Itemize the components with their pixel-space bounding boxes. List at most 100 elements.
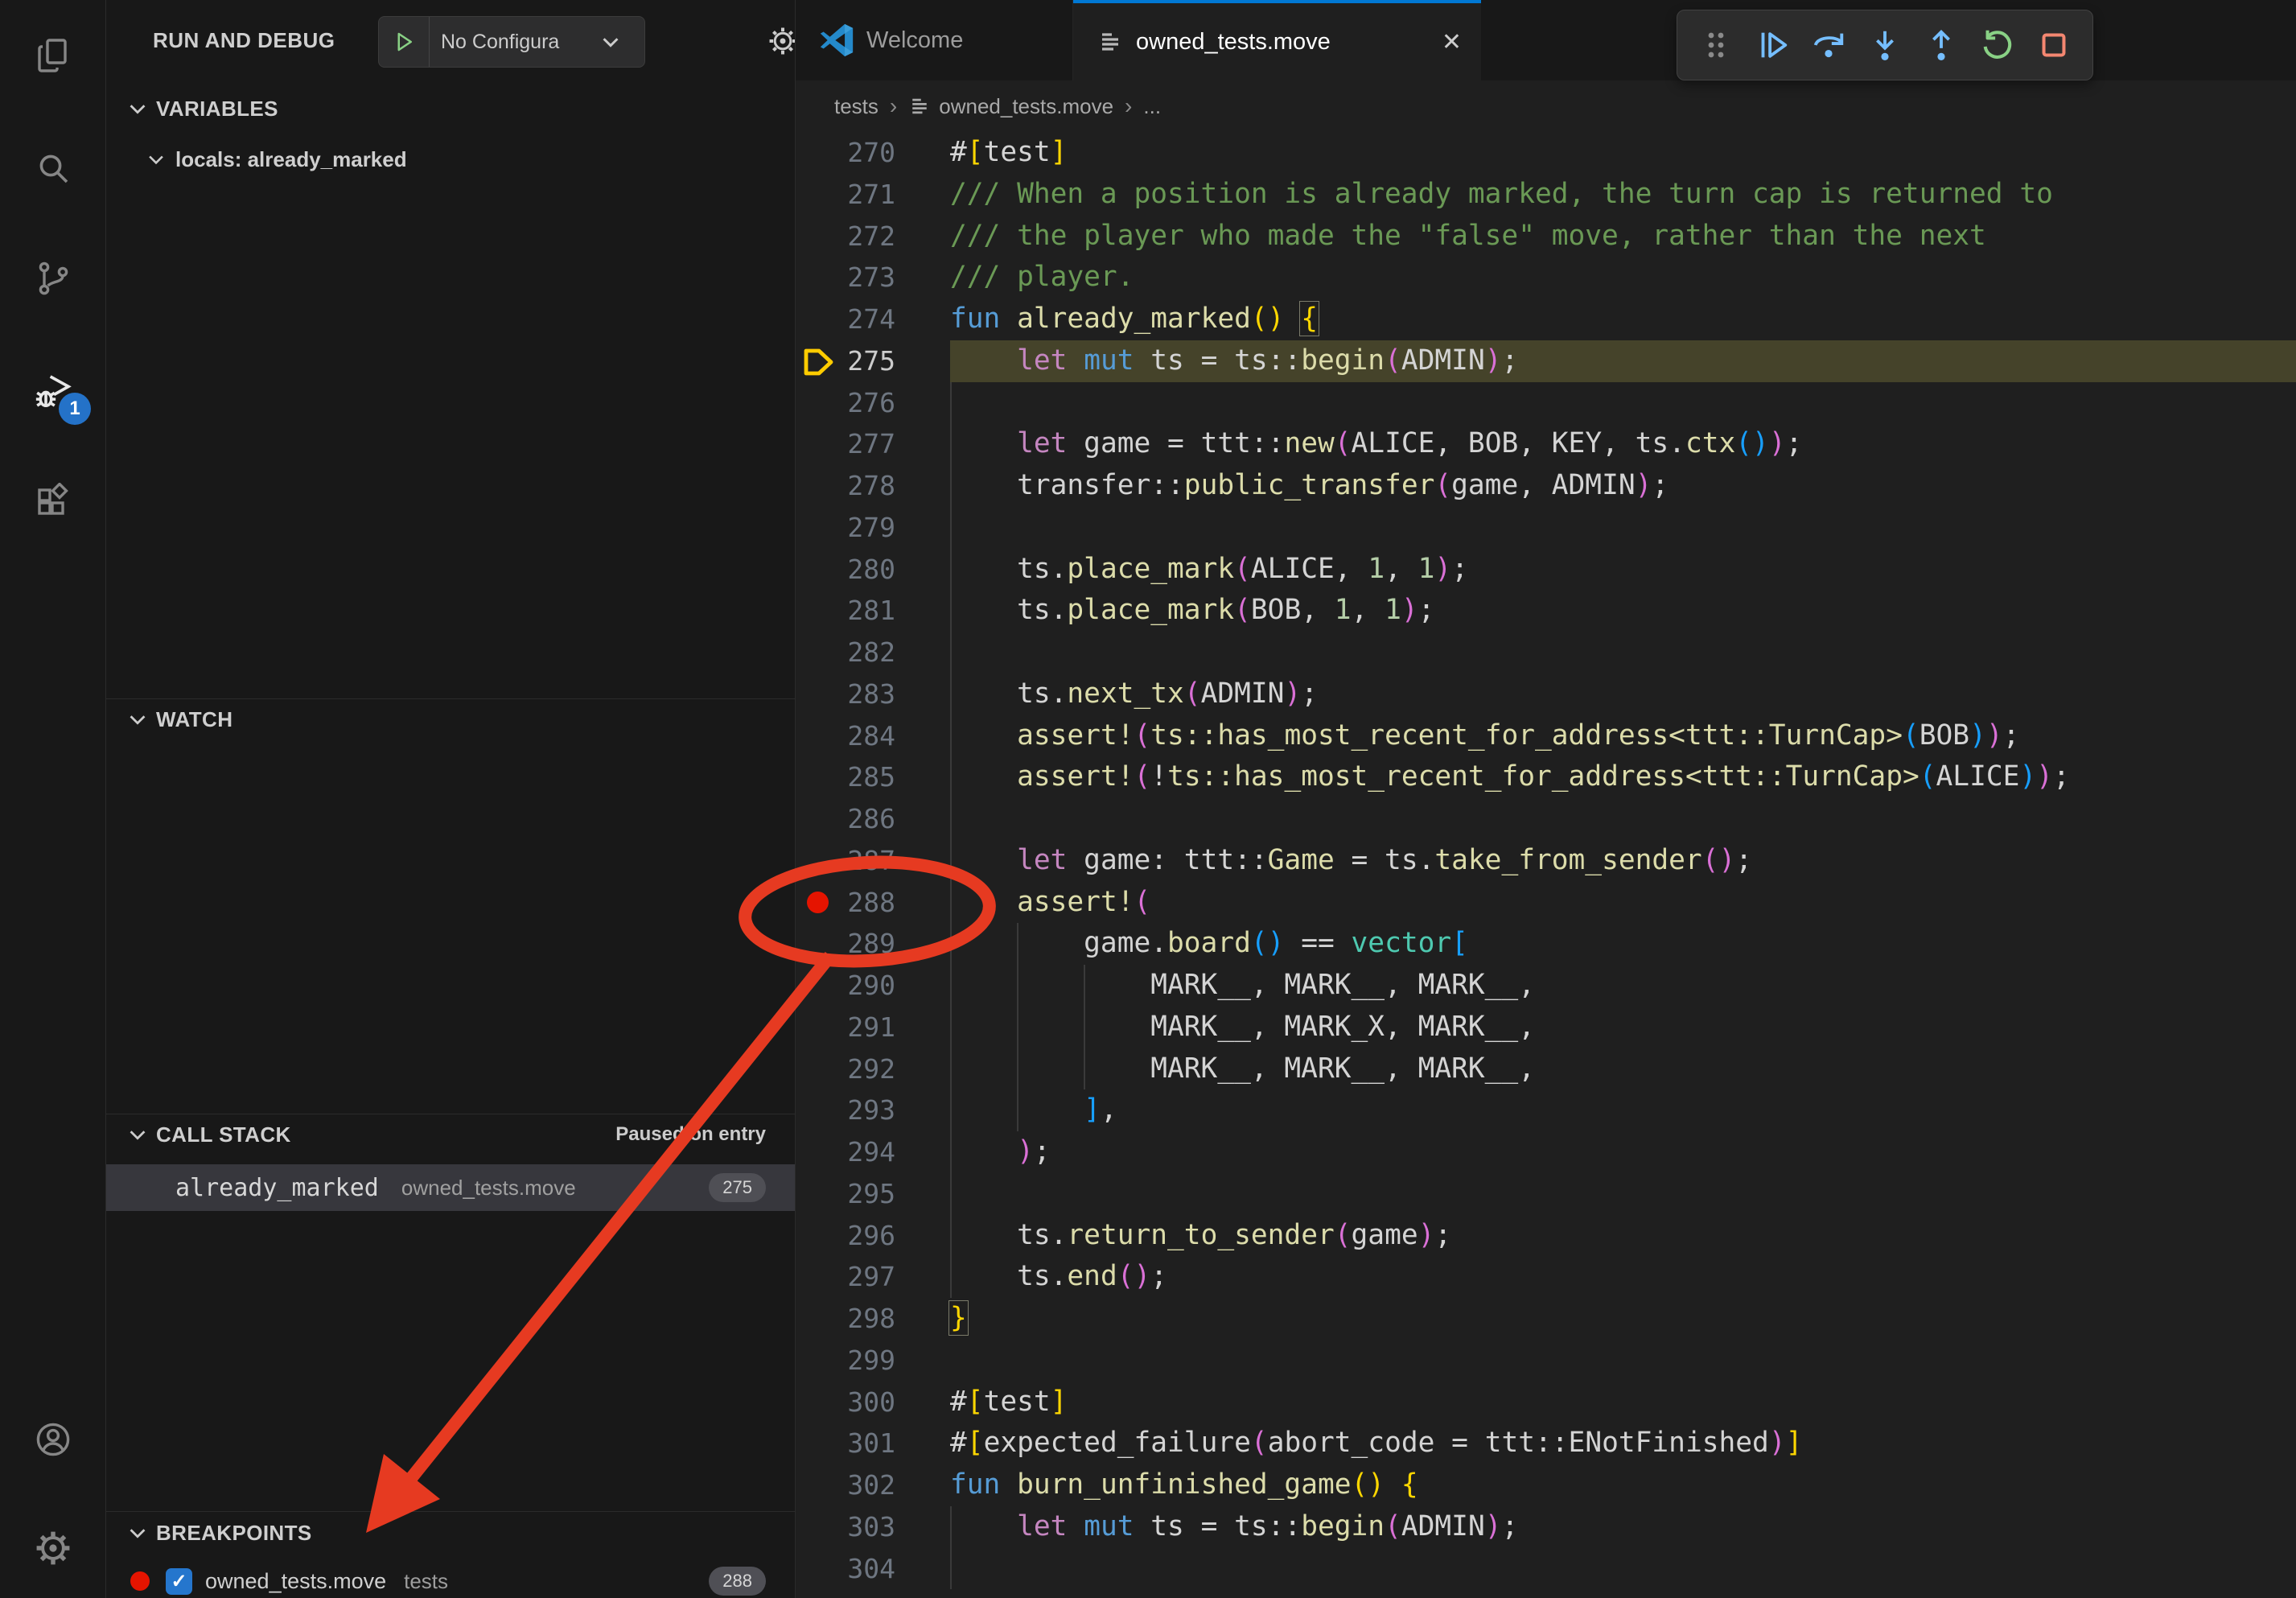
code-line[interactable]: 299 [796,1340,2296,1382]
code-line[interactable]: 295 [796,1173,2296,1215]
code-line[interactable]: 297 ts.end(); [796,1256,2296,1298]
gutter-margin[interactable] [796,1131,842,1173]
code-line[interactable]: 275 let mut ts = ts::begin(ADMIN); [796,340,2296,382]
drag-handle-icon[interactable] [1693,19,1738,71]
gutter-margin[interactable] [796,340,842,382]
gutter-margin[interactable] [796,1506,842,1548]
gutter-margin[interactable] [796,1548,842,1590]
gutter-margin[interactable] [796,1215,842,1257]
gutter-margin[interactable] [796,798,842,840]
code-line[interactable]: 280 ts.place_mark(ALICE, 1, 1); [796,549,2296,591]
code-line[interactable]: 292 MARK__, MARK__, MARK__, [796,1048,2296,1090]
call-stack-section-header[interactable]: CALL STACK Paused on entry [106,1116,795,1153]
gutter-margin[interactable] [796,216,842,257]
code-line[interactable]: 301#[expected_failure(abort_code = ttt::… [796,1423,2296,1464]
gutter-margin[interactable] [796,840,842,882]
code-line[interactable]: 272/// the player who made the "false" m… [796,216,2296,257]
code-line[interactable]: 286 [796,798,2296,840]
breakpoints-section-header[interactable]: BREAKPOINTS [106,1514,795,1551]
gutter-margin[interactable] [796,1382,842,1423]
source-control-icon[interactable] [0,249,105,307]
launch-configuration-dropdown[interactable]: No Configura [378,16,645,68]
settings-gear-icon[interactable] [0,1519,105,1577]
breakpoint-enabled-checkbox[interactable]: ✓ [166,1568,192,1595]
gutter-margin[interactable] [796,1256,842,1298]
call-stack-frame-row[interactable]: already_marked owned_tests.move 275 [106,1164,795,1211]
gutter-margin[interactable] [796,673,842,715]
gutter-margin[interactable] [796,299,842,340]
gutter-margin[interactable] [796,923,842,965]
gutter-margin[interactable] [796,257,842,299]
code-line[interactable]: 285 assert!(!ts::has_most_recent_for_add… [796,756,2296,798]
gutter-margin[interactable] [796,1340,842,1382]
code-line[interactable]: 304 [796,1548,2296,1590]
code-line[interactable]: 300#[test] [796,1382,2296,1423]
gutter-margin[interactable] [796,1173,842,1215]
gutter-margin[interactable] [796,1048,842,1090]
code-line[interactable]: 274fun already_marked() { [796,299,2296,340]
search-icon[interactable] [0,139,105,197]
code-line[interactable]: 273/// player. [796,257,2296,299]
code-line[interactable]: 282 [796,632,2296,673]
step-over-icon[interactable] [1806,19,1851,71]
restart-icon[interactable] [1975,19,2020,71]
code-line[interactable]: 281 ts.place_mark(BOB, 1, 1); [796,590,2296,632]
code-line[interactable]: 276 [796,382,2296,424]
gutter-margin[interactable] [796,965,842,1007]
tab-owned-tests-move[interactable]: owned_tests.move ✕ [1073,0,1481,80]
variables-section-header[interactable]: VARIABLES [106,90,795,127]
gutter-margin[interactable] [796,1298,842,1340]
account-icon[interactable] [0,1411,105,1468]
gutter-margin[interactable] [796,632,842,673]
gutter-margin[interactable] [796,174,842,216]
code-line[interactable]: 283 ts.next_tx(ADMIN); [796,673,2296,715]
breakpoint-gutter[interactable] [796,882,842,924]
step-into-icon[interactable] [1862,19,1907,71]
watch-section-header[interactable]: WATCH [106,701,795,738]
code-line[interactable]: 277 let game = ttt::new(ALICE, BOB, KEY,… [796,423,2296,465]
code-line[interactable]: 302fun burn_unfinished_game() { [796,1464,2296,1506]
locals-scope-row[interactable]: locals: already_marked [106,142,795,177]
code-line[interactable]: 293 ], [796,1089,2296,1131]
extensions-icon[interactable] [0,473,105,531]
gutter-margin[interactable] [796,507,842,549]
gutter-margin[interactable] [796,465,842,507]
code-line[interactable]: 270#[test] [796,132,2296,174]
gutter-margin[interactable] [796,1089,842,1131]
continue-icon[interactable] [1750,19,1795,71]
run-and-debug-icon[interactable]: 1 [0,362,105,420]
gutter-margin[interactable] [796,590,842,632]
code-line[interactable]: 288 assert!( [796,882,2296,924]
stop-icon[interactable] [2031,19,2076,71]
gutter-margin[interactable] [796,1007,842,1048]
code-line[interactable]: 271/// When a position is already marked… [796,174,2296,216]
breadcrumb-item-symbol[interactable]: ... [1143,94,1161,119]
step-out-icon[interactable] [1919,19,1964,71]
explorer-icon[interactable] [0,27,105,84]
tab-welcome[interactable]: Welcome [796,0,1073,80]
breakpoint-list-item[interactable]: ✓ owned_tests.move tests 288 [106,1561,795,1598]
code-line[interactable]: 294 ); [796,1131,2296,1173]
code-line[interactable]: 287 let game: ttt::Game = ts.take_from_s… [796,840,2296,882]
code-line[interactable]: 278 transfer::public_transfer(game, ADMI… [796,465,2296,507]
gutter-margin[interactable] [796,423,842,465]
code-line[interactable]: 296 ts.return_to_sender(game); [796,1215,2296,1257]
breadcrumb-item-file[interactable]: owned_tests.move [939,94,1113,119]
code-line[interactable]: 298} [796,1298,2296,1340]
code-line[interactable]: 290 MARK__, MARK__, MARK__, [796,965,2296,1007]
code-line[interactable]: 291 MARK__, MARK_X, MARK__, [796,1007,2296,1048]
code-line[interactable]: 279 [796,507,2296,549]
gutter-margin[interactable] [796,132,842,174]
gutter-margin[interactable] [796,715,842,757]
gutter-margin[interactable] [796,756,842,798]
gutter-margin[interactable] [796,382,842,424]
start-debug-icon[interactable] [379,17,430,67]
breadcrumb-item-tests[interactable]: tests [834,94,878,119]
gutter-margin[interactable] [796,549,842,591]
code-line[interactable]: 284 assert!(ts::has_most_recent_for_addr… [796,715,2296,757]
close-icon[interactable]: ✕ [1442,28,1462,56]
code-line[interactable]: 303 let mut ts = ts::begin(ADMIN); [796,1506,2296,1548]
gutter-margin[interactable] [796,1423,842,1464]
gutter-margin[interactable] [796,1464,842,1506]
code-line[interactable]: 289 game.board() == vector[ [796,923,2296,965]
